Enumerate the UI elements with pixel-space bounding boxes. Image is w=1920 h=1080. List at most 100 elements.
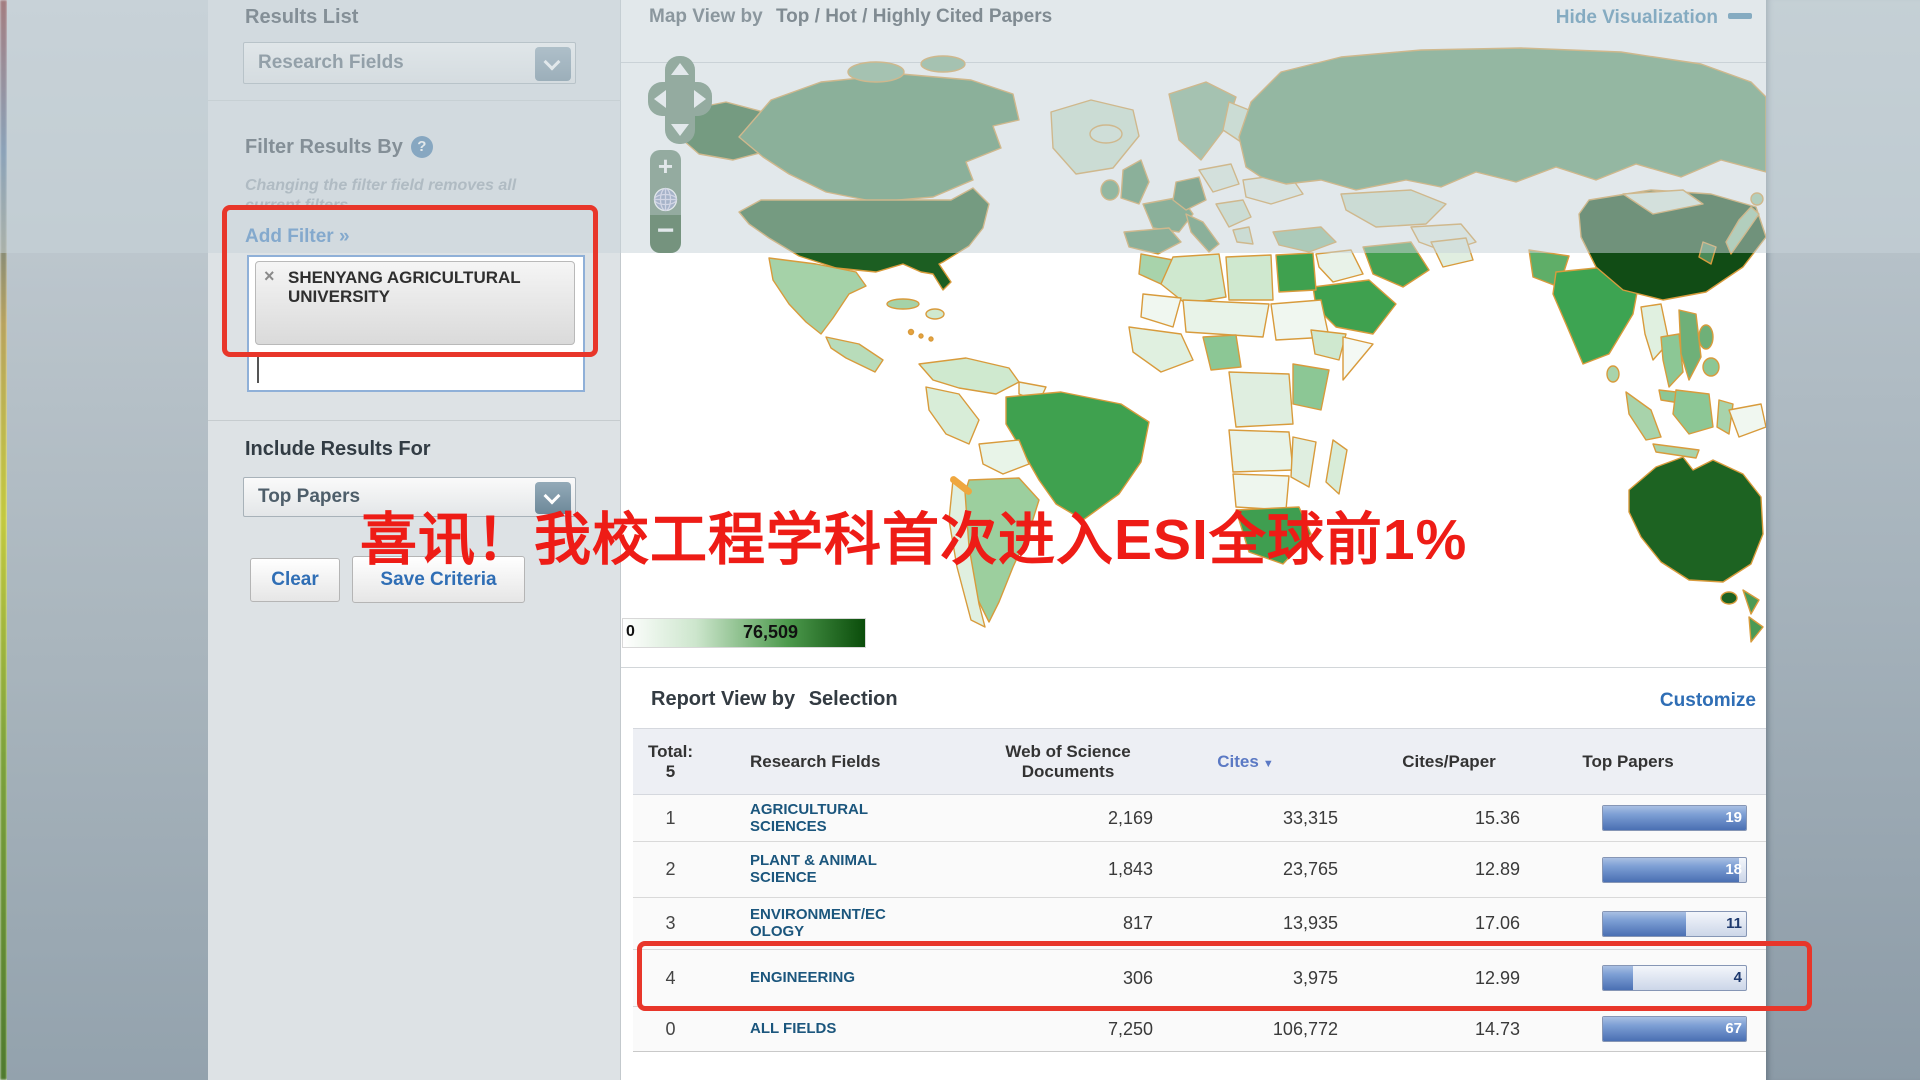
map-country[interactable]	[1203, 335, 1241, 370]
map-country[interactable]	[1216, 200, 1251, 227]
map-country[interactable]	[926, 387, 979, 444]
map-country[interactable]	[826, 337, 883, 372]
globe-icon[interactable]	[650, 184, 681, 215]
map-country[interactable]	[1431, 238, 1473, 267]
map-country[interactable]	[1673, 390, 1713, 434]
map-country[interactable]	[1291, 437, 1316, 487]
map-country[interactable]	[1293, 364, 1329, 410]
chevron-down-icon[interactable]	[535, 482, 571, 514]
map-country[interactable]	[921, 56, 965, 72]
field-link[interactable]: AGRICULTURAL SCIENCES	[750, 801, 895, 835]
map-country[interactable]	[1717, 400, 1733, 434]
map-country[interactable]	[1090, 125, 1122, 143]
pan-left-icon[interactable]	[654, 90, 666, 108]
filter-input-box[interactable]: × SHENYANG AGRICULTURAL UNIVERSITY	[247, 255, 585, 392]
map-country[interactable]	[1273, 227, 1336, 252]
map-country[interactable]	[887, 299, 919, 309]
map-country[interactable]	[1729, 404, 1766, 437]
hide-visualization-label: Hide Visualization	[1556, 7, 1718, 28]
map-country[interactable]	[1363, 242, 1429, 287]
table-row[interactable]: 2 PLANT & ANIMAL SCIENCE 1,843 23,765 12…	[633, 842, 1766, 898]
map-country[interactable]	[1703, 358, 1719, 376]
table-row[interactable]: 1 AGRICULTURAL SCIENCES 2,169 33,315 15.…	[633, 795, 1766, 842]
map-pan-control[interactable]	[648, 56, 712, 144]
world-map[interactable]	[621, 42, 1766, 652]
map-zoom-control: + −	[650, 150, 681, 278]
include-results-select[interactable]: Top Papers	[243, 477, 576, 517]
column-header-research-fields[interactable]: Research Fields	[708, 752, 913, 772]
map-country[interactable]	[926, 309, 944, 319]
field-link[interactable]: ENGINEERING	[750, 969, 895, 986]
column-header-cites[interactable]: Cites▼	[1153, 752, 1338, 772]
table-row[interactable]: 0 ALL FIELDS 7,250 106,772 14.73 67	[633, 1007, 1766, 1052]
save-criteria-button[interactable]: Save Criteria	[352, 556, 525, 603]
map-country[interactable]	[1661, 334, 1683, 387]
column-header-cites-per-paper[interactable]: Cites/Paper	[1338, 752, 1520, 772]
map-country[interactable]	[1199, 164, 1239, 192]
map-country[interactable]	[1183, 300, 1269, 337]
map-country[interactable]	[1311, 330, 1346, 360]
field-link[interactable]: ALL FIELDS	[750, 1020, 895, 1037]
map-country[interactable]	[979, 440, 1029, 474]
table-row[interactable]: 3 ENVIRONMENT/ECOLOGY 817 13,935 17.06 1…	[633, 898, 1766, 950]
pan-right-icon[interactable]	[694, 90, 706, 108]
map-country[interactable]	[1749, 617, 1763, 642]
column-header-wos-documents[interactable]: Web of Science Documents	[913, 742, 1153, 782]
field-link[interactable]: ENVIRONMENT/ECOLOGY	[750, 906, 895, 940]
map-country[interactable]	[1129, 327, 1193, 372]
map-country[interactable]	[1101, 180, 1119, 200]
map-country[interactable]	[1276, 253, 1316, 292]
map-country[interactable]	[1343, 337, 1373, 380]
help-icon[interactable]: ?	[411, 136, 433, 158]
chevron-down-icon[interactable]	[535, 47, 571, 81]
map-country[interactable]	[1326, 440, 1347, 494]
map-country[interactable]	[1233, 474, 1289, 510]
filter-sidebar: Results List Research Fields Filter Resu…	[208, 0, 621, 1080]
customize-link[interactable]: Customize	[1660, 690, 1756, 712]
map-country[interactable]	[1229, 372, 1293, 427]
map-country[interactable]	[1629, 457, 1763, 582]
field-link[interactable]: PLANT & ANIMAL SCIENCE	[750, 852, 895, 886]
map-country[interactable]	[1186, 214, 1219, 252]
remove-filter-icon[interactable]: ×	[264, 266, 275, 287]
map-country[interactable]	[1607, 366, 1619, 382]
map-country[interactable]	[1141, 294, 1181, 327]
map-country[interactable]	[1124, 228, 1181, 254]
map-country[interactable]	[1721, 592, 1737, 604]
hide-visualization-link[interactable]: Hide Visualization	[1556, 7, 1752, 29]
row-cites-per-paper: 14.73	[1338, 1019, 1520, 1040]
map-country[interactable]	[1226, 255, 1273, 300]
report-title-value: Selection	[809, 688, 898, 710]
add-filter-link[interactable]: Add Filter »	[245, 226, 350, 248]
map-country[interactable]	[1316, 250, 1363, 282]
top-papers-bar: 18	[1602, 857, 1747, 883]
map-country[interactable]	[1699, 325, 1713, 349]
map-country[interactable]	[848, 62, 904, 82]
results-list-selected-value: Research Fields	[258, 52, 404, 74]
map-country[interactable]	[1236, 507, 1311, 564]
total-count-header: Total: 5	[633, 742, 708, 782]
map-country[interactable]	[919, 334, 923, 338]
map-country[interactable]	[1239, 48, 1766, 190]
zoom-out-button[interactable]: −	[650, 215, 681, 253]
legend-max-value: 76,509	[743, 622, 798, 643]
clear-button[interactable]: Clear	[250, 558, 340, 602]
map-country[interactable]	[1341, 190, 1446, 227]
column-header-top-papers[interactable]: Top Papers	[1520, 752, 1766, 772]
pan-down-icon[interactable]	[671, 124, 689, 136]
table-row-engineering[interactable]: 4 ENGINEERING 306 3,975 12.99 4	[633, 950, 1766, 1007]
map-country[interactable]	[1653, 444, 1699, 458]
map-country[interactable]	[1229, 430, 1293, 472]
pan-up-icon[interactable]	[671, 63, 689, 75]
map-country[interactable]	[1121, 160, 1149, 204]
map-country[interactable]	[1233, 227, 1253, 244]
zoom-in-button[interactable]: +	[650, 150, 681, 184]
map-country[interactable]	[909, 330, 914, 335]
map-country[interactable]	[929, 337, 933, 341]
top-papers-bar: 67	[1602, 1016, 1747, 1042]
map-country[interactable]	[739, 74, 1019, 202]
map-country[interactable]	[1626, 392, 1661, 440]
results-list-select[interactable]: Research Fields	[243, 42, 576, 84]
map-country[interactable]	[1751, 193, 1763, 205]
map-country[interactable]	[1743, 590, 1759, 614]
